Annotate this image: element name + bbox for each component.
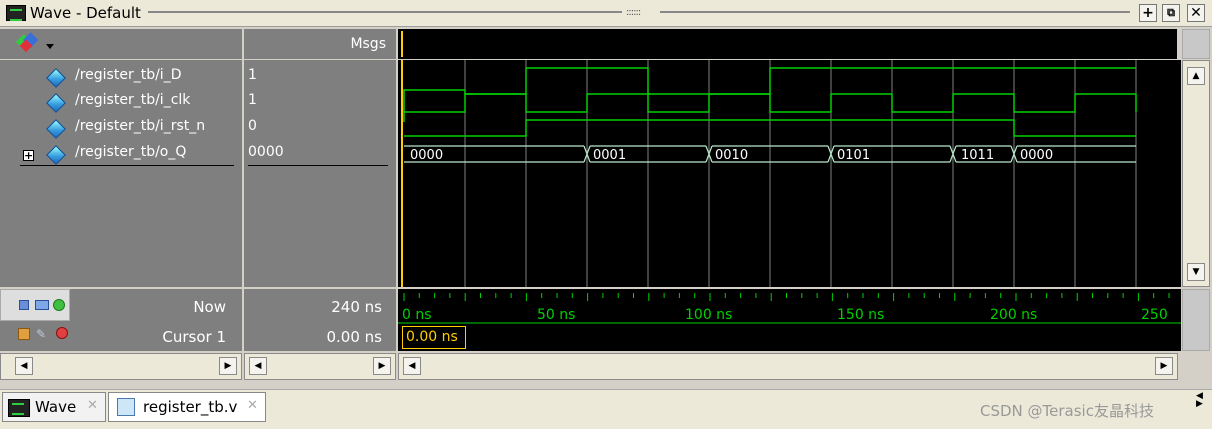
wrench-icon[interactable]: ✎ <box>36 327 50 341</box>
timeline-ruler: 0 ns 50 ns 100 ns 150 ns 200 ns 250 <box>398 293 1181 324</box>
signal-name-i-d[interactable]: /register_tb/i_D <box>75 67 181 83</box>
scroll-right-icon[interactable]: ▶ <box>1155 357 1173 375</box>
bus-value: 0000 <box>410 148 443 163</box>
time-label: 200 ns <box>990 307 1037 323</box>
tab-close-icon[interactable]: ✕ <box>87 398 98 413</box>
signal-name-pane: /register_tb/i_D /register_tb/i_clk /reg… <box>0 60 242 287</box>
signal-select-icon[interactable] <box>16 32 56 56</box>
signal-icon <box>46 119 66 139</box>
timeline-pane[interactable]: 0 ns 50 ns 100 ns 150 ns 200 ns 250 0.00… <box>398 289 1181 351</box>
scroll-left-icon[interactable]: ◀ <box>403 357 421 375</box>
title-grip-right[interactable] <box>660 11 1130 13</box>
name-column-header <box>0 29 242 59</box>
watermark: CSDN @Terasic友晶科技 <box>980 402 1154 420</box>
cursor-time-marker[interactable]: 0.00 ns <box>402 326 466 349</box>
insert-cursor-icon[interactable] <box>53 299 65 311</box>
tab-wave-label: Wave <box>35 398 77 416</box>
name-h-scrollbar[interactable]: ◀ ▶ <box>0 353 242 380</box>
wave-window-icon <box>6 5 26 21</box>
time-label: 150 ns <box>837 307 884 323</box>
source-file-icon <box>117 398 135 416</box>
title-grip-left[interactable] <box>148 11 622 13</box>
undock-icon[interactable]: ⧉ <box>1162 4 1180 22</box>
wave-header <box>398 29 1177 59</box>
scroll-right-icon[interactable]: ▶ <box>219 357 237 375</box>
signal-name-i-clk[interactable]: /register_tb/i_clk <box>75 92 190 108</box>
bus-value: 0101 <box>837 148 870 163</box>
bus-value: 0001 <box>593 148 626 163</box>
delete-cursor-icon[interactable] <box>56 327 68 339</box>
scrollbar-corner <box>1182 29 1210 59</box>
time-label: 0 ns <box>402 307 432 323</box>
add-cursor-icon[interactable] <box>19 300 29 310</box>
signal-value-i-rst-n: 0 <box>248 118 257 134</box>
time-label: 250 <box>1141 307 1168 323</box>
timeline-ticks <box>403 293 1170 301</box>
scroll-left-icon[interactable]: ◀ <box>249 357 267 375</box>
signal-value-o-q: 0000 <box>248 144 284 160</box>
title-bar: Wave - Default :::::: + ⧉ ✕ <box>0 0 1212 27</box>
edit-cursor-icon[interactable] <box>35 300 49 310</box>
scroll-down-icon[interactable]: ▼ <box>1187 263 1205 281</box>
value-divider <box>248 165 388 166</box>
bus-value: 0010 <box>715 148 748 163</box>
value-h-scrollbar[interactable]: ◀ ▶ <box>244 353 396 380</box>
tab-scroll-icon[interactable]: ◀ ▶ <box>1196 392 1203 409</box>
timeline-corner <box>1182 289 1210 351</box>
wave-tab-icon <box>8 399 30 417</box>
scroll-left-icon[interactable]: ◀ <box>15 357 33 375</box>
waveform-pane[interactable]: 0000 0001 0010 0101 1011 0000 <box>398 60 1181 287</box>
scroll-right-icon[interactable]: ▶ <box>373 357 391 375</box>
value-column-header: Msgs <box>244 29 396 59</box>
signal-name-i-rst-n[interactable]: /register_tb/i_rst_n <box>75 118 205 134</box>
signal-icon <box>46 145 66 165</box>
tab-close-icon[interactable]: ✕ <box>247 398 258 413</box>
scroll-up-icon[interactable]: ▲ <box>1187 67 1205 85</box>
tab-wave[interactable]: Wave ✕ <box>2 392 106 422</box>
expand-icon[interactable]: + <box>23 150 34 161</box>
waveform-canvas[interactable]: 0000 0001 0010 0101 1011 0000 <box>398 60 1181 287</box>
time-label: 100 ns <box>685 307 732 323</box>
time-label: 50 ns <box>537 307 575 323</box>
now-label: Now <box>193 298 226 316</box>
cursor-line-header <box>401 31 403 57</box>
signal-icon <box>46 93 66 113</box>
signal-value-pane: 1 1 0 0000 <box>244 60 396 287</box>
cursor-value: 0.00 ns <box>326 328 383 346</box>
vertical-scrollbar[interactable]: ▲ ▼ <box>1182 60 1210 287</box>
bus-value: 0000 <box>1020 148 1053 163</box>
now-cursor-label-pane: Now ✎ Cursor 1 <box>0 289 242 351</box>
lock-icon[interactable] <box>18 328 30 340</box>
now-toolbar <box>0 289 70 321</box>
now-cursor-value-pane: 240 ns 0.00 ns <box>244 289 396 351</box>
signal-value-i-clk: 1 <box>248 92 257 108</box>
signal-divider <box>20 165 234 166</box>
bus-value: 1011 <box>961 148 994 163</box>
zoom-in-icon[interactable]: + <box>1139 4 1157 22</box>
wave-h-scrollbar[interactable]: ◀ ▶ <box>398 353 1178 380</box>
signal-value-i-d: 1 <box>248 67 257 83</box>
window-title: Wave - Default <box>30 4 141 22</box>
tab-register-tb-v-label: register_tb.v <box>143 398 238 416</box>
now-value: 240 ns <box>331 298 382 316</box>
close-icon[interactable]: ✕ <box>1187 4 1205 22</box>
signal-icon <box>46 68 66 88</box>
cursor-label: Cursor 1 <box>162 328 226 346</box>
signal-name-o-q[interactable]: /register_tb/o_Q <box>75 144 186 160</box>
tab-bar: Wave ✕ register_tb.v ✕ CSDN @Terasic友晶科技… <box>0 389 1212 429</box>
tab-register-tb-v[interactable]: register_tb.v ✕ <box>108 392 266 422</box>
grid-lines <box>464 60 1137 287</box>
drag-handle-icon[interactable]: :::::: <box>626 7 641 18</box>
msgs-label: Msgs <box>350 36 386 52</box>
